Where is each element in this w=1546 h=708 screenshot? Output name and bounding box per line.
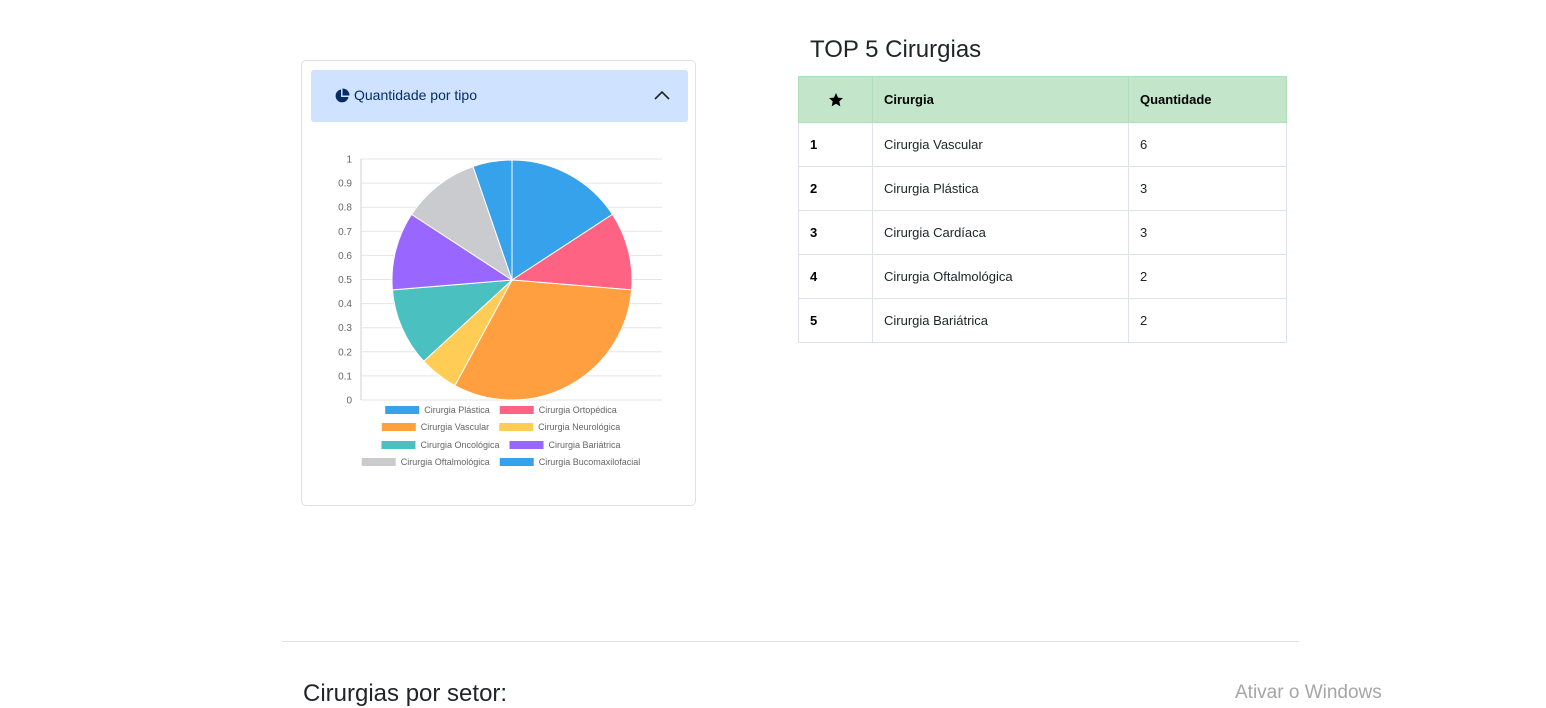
legend-swatch bbox=[361, 458, 396, 466]
rank-cell: 3 bbox=[798, 210, 873, 255]
section-divider bbox=[282, 641, 1299, 642]
name-cell: Cirurgia Vascular bbox=[872, 122, 1129, 167]
legend-swatch bbox=[499, 406, 534, 414]
rank-cell: 2 bbox=[798, 166, 873, 211]
y-tick-label: 1 bbox=[346, 155, 352, 166]
top5-title: TOP 5 Cirurgias bbox=[810, 36, 982, 63]
y-tick-label: 0.8 bbox=[338, 203, 352, 214]
y-tick-label: 0.9 bbox=[338, 179, 352, 190]
qty-cell: 3 bbox=[1128, 166, 1287, 211]
star-icon bbox=[828, 92, 843, 106]
rank-cell: 5 bbox=[798, 298, 873, 343]
legend-label: Cirurgia Plástica bbox=[424, 405, 490, 415]
y-tick-label: 0.6 bbox=[338, 251, 352, 262]
legend-label: Cirurgia Neurológica bbox=[538, 422, 620, 432]
name-cell: Cirurgia Cardíaca bbox=[872, 210, 1129, 255]
legend-label: Cirurgia Ortopédica bbox=[539, 405, 617, 415]
name-cell: Cirurgia Bariátrica bbox=[872, 298, 1129, 343]
rank-cell: 1 bbox=[798, 122, 873, 167]
rank-cell: 4 bbox=[798, 254, 873, 299]
y-tick-label: 0.5 bbox=[338, 275, 352, 286]
y-tick-label: 0.3 bbox=[338, 323, 352, 334]
y-tick-label: 0.2 bbox=[338, 347, 352, 358]
pie-chart: 0 0.1 0.2 0.3 0.4 0.5 0.6 0.7 0.8 0.9 1 Cirurgia Pl… bbox=[338, 155, 662, 467]
qty-cell: 2 bbox=[1128, 298, 1287, 343]
legend-swatch bbox=[381, 423, 416, 431]
windows-activation-watermark: Ativar o Windows bbox=[1235, 682, 1382, 703]
legend-label: Cirurgia Oncológica bbox=[420, 440, 499, 450]
name-header: Cirurgia bbox=[872, 76, 1129, 123]
legend-label: Cirurgia Bariátrica bbox=[549, 440, 621, 450]
legend-swatch bbox=[499, 423, 534, 431]
legend-label: Cirurgia Bucomaxilofacial bbox=[539, 457, 641, 467]
table-header-row: Cirurgia Quantidade bbox=[798, 76, 1287, 123]
sector-title: Cirurgias por setor: bbox=[303, 680, 508, 707]
name-cell: Cirurgia Plástica bbox=[872, 166, 1129, 211]
rank-header bbox=[798, 76, 873, 123]
legend-swatch bbox=[509, 441, 544, 449]
y-tick-label: 0.4 bbox=[338, 299, 352, 310]
legend-swatch bbox=[381, 441, 416, 449]
table-row: 3 Cirurgia Cardíaca 3 bbox=[798, 210, 1287, 255]
chart-card: Quantidade por tipo 0 0.1 0.2 0.3 0.4 0.5 0.6 0… bbox=[301, 60, 696, 506]
legend-label: Cirurgia Oftalmológica bbox=[401, 457, 490, 467]
qty-cell: 2 bbox=[1128, 254, 1287, 299]
qty-cell: 3 bbox=[1128, 210, 1287, 255]
legend-swatch bbox=[385, 406, 420, 414]
table-row: 1 Cirurgia Vascular 6 bbox=[798, 122, 1287, 167]
name-cell: Cirurgia Oftalmológica bbox=[872, 254, 1129, 299]
y-tick-label: 0.1 bbox=[338, 371, 352, 382]
legend-label: Cirurgia Vascular bbox=[421, 422, 489, 432]
y-tick-label: 0.7 bbox=[338, 227, 352, 238]
table-row: 2 Cirurgia Plástica 3 bbox=[798, 166, 1287, 211]
table-row: 5 Cirurgia Bariátrica 2 bbox=[798, 298, 1287, 343]
table-row: 4 Cirurgia Oftalmológica 2 bbox=[798, 254, 1287, 299]
qty-header: Quantidade bbox=[1128, 76, 1287, 123]
y-tick-label: 0 bbox=[346, 396, 352, 407]
qty-cell: 6 bbox=[1128, 122, 1287, 167]
legend-swatch bbox=[499, 458, 534, 466]
top5-table: Cirurgia Quantidade 1 Cirurgia Vascular … bbox=[798, 76, 1287, 343]
